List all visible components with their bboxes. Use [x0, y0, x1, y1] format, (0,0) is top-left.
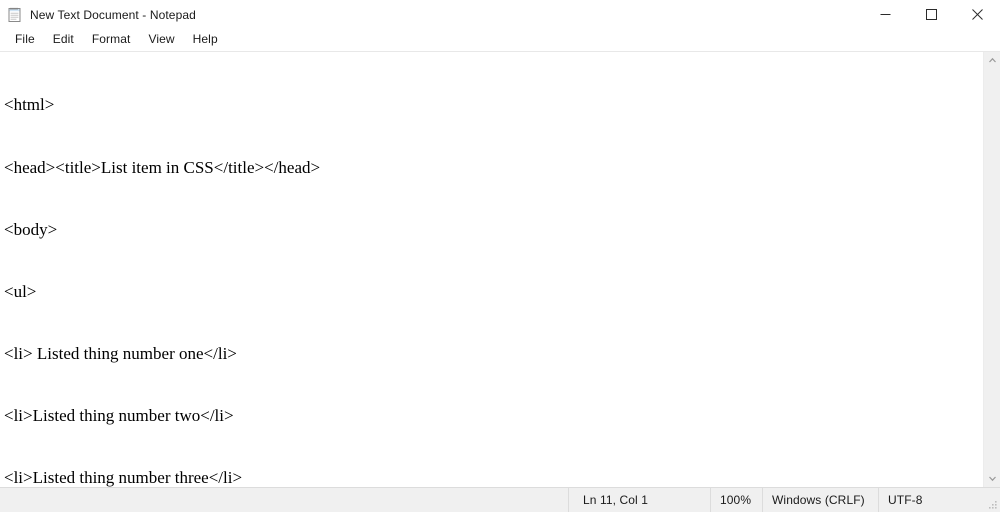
status-bar: Ln 11, Col 1 100% Windows (CRLF) UTF-8 — [0, 487, 1000, 512]
close-button[interactable] — [954, 0, 1000, 29]
minimize-button[interactable] — [862, 0, 908, 29]
menu-item-view[interactable]: View — [139, 30, 183, 50]
text-line: <li>Listed thing number three</li> — [4, 468, 983, 487]
window-controls — [862, 0, 1000, 29]
text-content: <html> <head><title>List item in CSS</ti… — [4, 54, 983, 487]
notepad-icon — [7, 7, 23, 23]
text-line: <ul> — [4, 282, 983, 303]
resize-grip-icon[interactable] — [986, 498, 998, 510]
text-line: <head><title>List item in CSS</title></h… — [4, 158, 983, 179]
status-bar-spacer — [0, 488, 568, 512]
text-line: <li> Listed thing number one</li> — [4, 344, 983, 365]
text-editor[interactable]: <html> <head><title>List item in CSS</ti… — [0, 52, 983, 487]
text-line: <li>Listed thing number two</li> — [4, 406, 983, 427]
title-bar[interactable]: New Text Document - Notepad — [0, 0, 1000, 29]
menu-item-edit[interactable]: Edit — [44, 30, 83, 50]
title-bar-left: New Text Document - Notepad — [0, 7, 862, 23]
text-line: <body> — [4, 220, 983, 241]
notepad-window: New Text Document - Notepad Fil — [0, 0, 1000, 512]
menu-item-file[interactable]: File — [6, 30, 44, 50]
status-zoom-level[interactable]: 100% — [710, 488, 762, 512]
status-line-ending: Windows (CRLF) — [762, 488, 878, 512]
menu-bar: File Edit Format View Help — [0, 29, 1000, 52]
vertical-scrollbar[interactable] — [983, 52, 1000, 487]
menu-item-help[interactable]: Help — [184, 30, 227, 50]
status-cursor-position: Ln 11, Col 1 — [568, 488, 710, 512]
window-title: New Text Document - Notepad — [30, 7, 196, 23]
scroll-down-button[interactable] — [984, 470, 1000, 487]
status-encoding: UTF-8 — [878, 488, 1000, 512]
scroll-up-button[interactable] — [984, 52, 1000, 69]
editor-area: <html> <head><title>List item in CSS</ti… — [0, 52, 1000, 487]
text-line: <html> — [4, 95, 983, 116]
menu-item-format[interactable]: Format — [83, 30, 140, 50]
scroll-track[interactable] — [984, 69, 1000, 470]
maximize-button[interactable] — [908, 0, 954, 29]
